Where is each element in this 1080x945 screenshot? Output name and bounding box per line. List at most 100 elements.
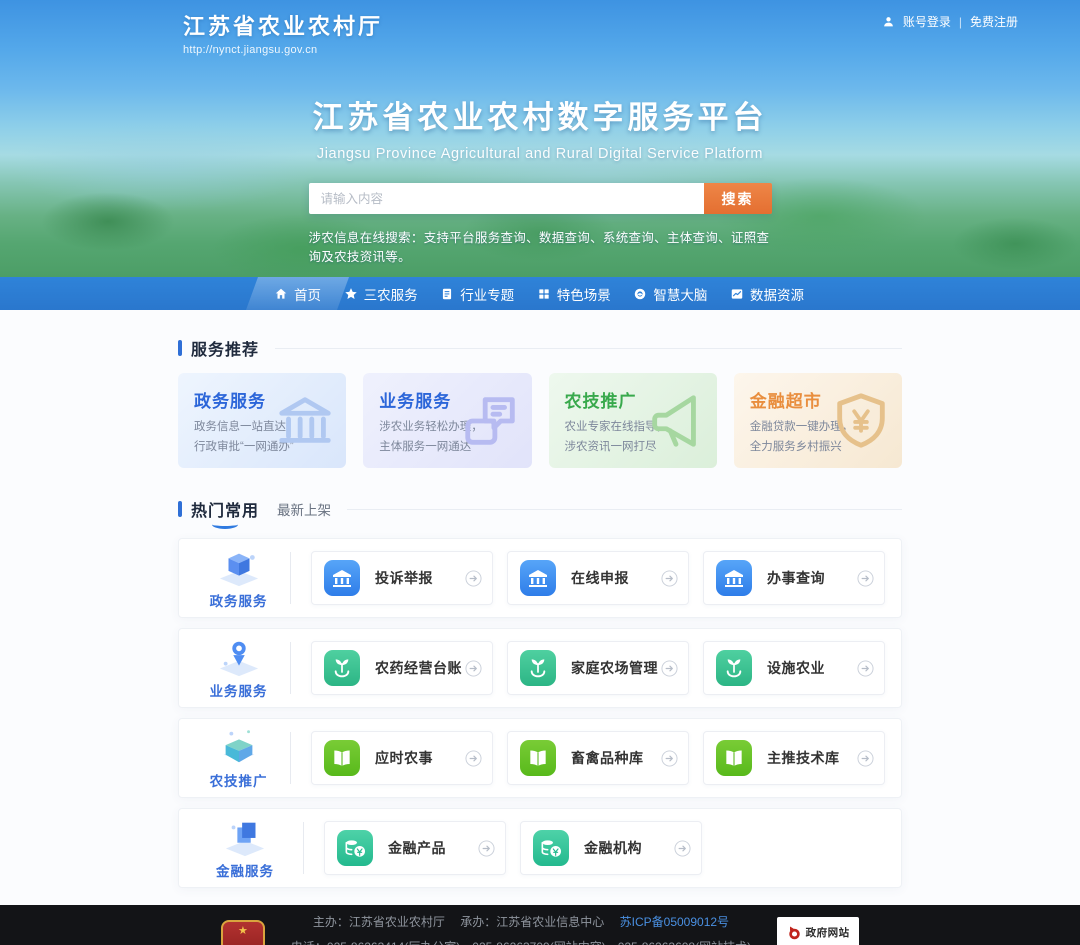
recommend-section: 服务推荐 政务服务 政务信息一站直达， 行政审批“一网通办”: [178, 310, 902, 468]
account-login-link[interactable]: 账号登录: [903, 13, 951, 30]
arrow-icon: [857, 750, 874, 767]
national-emblem-badge: [221, 920, 265, 945]
arrow-icon: [674, 840, 691, 857]
coins-yuan-icon: [337, 830, 373, 866]
section-rule: [347, 509, 902, 510]
bank-icon: [324, 560, 360, 596]
footer-text: 主办：江苏省农业农村厅 承办：江苏省农业信息中心 苏ICP备05009012号 …: [291, 905, 751, 945]
footer-organizer: 承办：江苏省农业信息中心: [460, 915, 604, 929]
icp-link[interactable]: 苏ICP备05009012号: [620, 915, 729, 929]
category-agritech: 农技推广: [195, 726, 282, 790]
arrow-icon: [465, 570, 482, 587]
register-link[interactable]: 免费注册: [970, 13, 1018, 30]
open-book-icon: [520, 740, 556, 776]
arrow-icon: [661, 570, 678, 587]
recommend-section-head: 服务推荐: [178, 310, 902, 360]
arrow-icon: [661, 750, 678, 767]
card-finance-supermarket[interactable]: 金融超市 金融贷款一键办理， 全力服务乡村振兴: [734, 373, 902, 468]
service-item-livestock-breed-db[interactable]: 畜禽品种库: [507, 731, 689, 785]
category-finance: 金融服务: [195, 816, 295, 880]
service-item-financial-products[interactable]: 金融产品: [324, 821, 506, 875]
search-input[interactable]: [309, 183, 704, 214]
arrow-icon: [661, 660, 678, 677]
service-item-family-farm[interactable]: 家庭农场管理: [507, 641, 689, 695]
sprout-icon: [520, 650, 556, 686]
nav-item-industry-topics[interactable]: 行业专题: [430, 277, 524, 310]
category-label: 业务服务: [210, 680, 268, 700]
biz-3d-icon: [214, 636, 264, 678]
service-item-main-tech-db[interactable]: 主推技术库: [703, 731, 885, 785]
arrow-icon: [857, 570, 874, 587]
recommend-cards: 政务服务 政务信息一站直达， 行政审批“一网通办” 业务服务 涉农业务轻松办理，…: [178, 373, 902, 468]
tech-3d-icon: [214, 726, 264, 768]
site-logo: 江苏省农业农村厅 http://nynct.jiangsu.gov.cn: [183, 9, 383, 56]
footer-host: 主办：江苏省农业农村厅: [313, 915, 445, 929]
arrow-icon: [857, 660, 874, 677]
section-accent-bar: [178, 501, 182, 517]
footer-phones: 电话：025-86263414(厅办公室)，025-86263709(网站内容)…: [291, 938, 751, 945]
coins-yuan-icon: [533, 830, 569, 866]
service-item-financial-institutions[interactable]: 金融机构: [520, 821, 702, 875]
recommend-section-title: 服务推荐: [191, 336, 259, 360]
divider: [290, 732, 291, 784]
gov-site-badge[interactable]: 政府网站: [777, 917, 859, 945]
megaphone-icon: [645, 390, 707, 452]
category-gov: 政务服务: [195, 546, 282, 610]
star-icon: [344, 287, 358, 301]
home-icon: [274, 287, 288, 301]
open-book-icon: [324, 740, 360, 776]
service-item-online-declaration[interactable]: 在线申报: [507, 551, 689, 605]
hot-section: 热门常用 最新上架 政务服务: [178, 468, 902, 888]
arrow-icon: [478, 840, 495, 857]
page: 江苏省农业农村厅 http://nynct.jiangsu.gov.cn 账号登…: [0, 0, 1080, 945]
gov-site-error-logo: [787, 925, 802, 940]
nav-item-data-resources[interactable]: 数据资源: [720, 277, 814, 310]
service-item-pesticide-ledger[interactable]: 农药经营台账: [311, 641, 493, 695]
tab-newly-listed[interactable]: 最新上架: [277, 499, 331, 519]
shield-yuan-icon: [830, 390, 892, 452]
brain-icon: [633, 287, 647, 301]
grid-icon: [537, 287, 551, 301]
bank-icon: [520, 560, 556, 596]
nav-item-smart-brain[interactable]: 智慧大脑: [623, 277, 717, 310]
account-links: 账号登录 | 免费注册: [882, 13, 1018, 30]
sprout-icon: [716, 650, 752, 686]
category-business: 业务服务: [195, 636, 282, 700]
fin-3d-icon: [220, 816, 270, 858]
platform-subtitle: Jiangsu Province Agricultural and Rural …: [0, 146, 1080, 162]
card-agritech-promotion[interactable]: 农技推广 农业专家在线指导， 涉农资讯一网打尽: [549, 373, 717, 468]
gov-site-badge-label: 政府网站: [806, 925, 850, 940]
platform-title: 江苏省农业农村数字服务平台: [0, 92, 1080, 137]
search-bar: 搜索: [309, 183, 772, 214]
arrow-icon: [465, 660, 482, 677]
open-book-icon: [716, 740, 752, 776]
nav-item-sannong-services[interactable]: 三农服务: [334, 277, 428, 310]
bank-icon: [716, 560, 752, 596]
top-bar: 江苏省农业农村厅 http://nynct.jiangsu.gov.cn 账号登…: [0, 0, 1080, 56]
section-accent-bar: [178, 340, 182, 356]
service-item-complaint-report[interactable]: 投诉举报: [311, 551, 493, 605]
user-icon: [882, 15, 895, 28]
data-icon: [730, 287, 744, 301]
divider: [290, 642, 291, 694]
nav-item-home[interactable]: 首页: [264, 277, 331, 310]
book-icon: [440, 287, 454, 301]
card-gov-services[interactable]: 政务服务 政务信息一站直达， 行政审批“一网通办”: [178, 373, 346, 468]
category-label: 农技推广: [210, 770, 268, 790]
nav-item-featured-scenes[interactable]: 特色场景: [527, 277, 621, 310]
card-business-services[interactable]: 业务服务 涉农业务轻松办理， 主体服务一网通达: [363, 373, 531, 468]
message-icon: [460, 390, 522, 452]
gov-3d-icon: [214, 546, 264, 588]
service-item-seasonal-farming[interactable]: 应时农事: [311, 731, 493, 785]
main-nav: 首页 三农服务 行业专题 特色场景 智慧大脑 数据资源: [0, 277, 1080, 310]
site-logo-title: 江苏省农业农村厅: [183, 9, 383, 41]
footer: 主办：江苏省农业农村厅 承办：江苏省农业信息中心 苏ICP备05009012号 …: [0, 905, 1080, 945]
category-label: 金融服务: [216, 860, 274, 880]
arrow-icon: [465, 750, 482, 767]
service-item-facility-agriculture[interactable]: 设施农业: [703, 641, 885, 695]
tab-hot-common[interactable]: 热门常用: [191, 497, 259, 521]
service-item-affairs-inquiry[interactable]: 办事查询: [703, 551, 885, 605]
search-button[interactable]: 搜索: [704, 183, 772, 214]
divider: [303, 822, 304, 874]
service-row-gov: 政务服务 投诉举报: [178, 538, 902, 618]
